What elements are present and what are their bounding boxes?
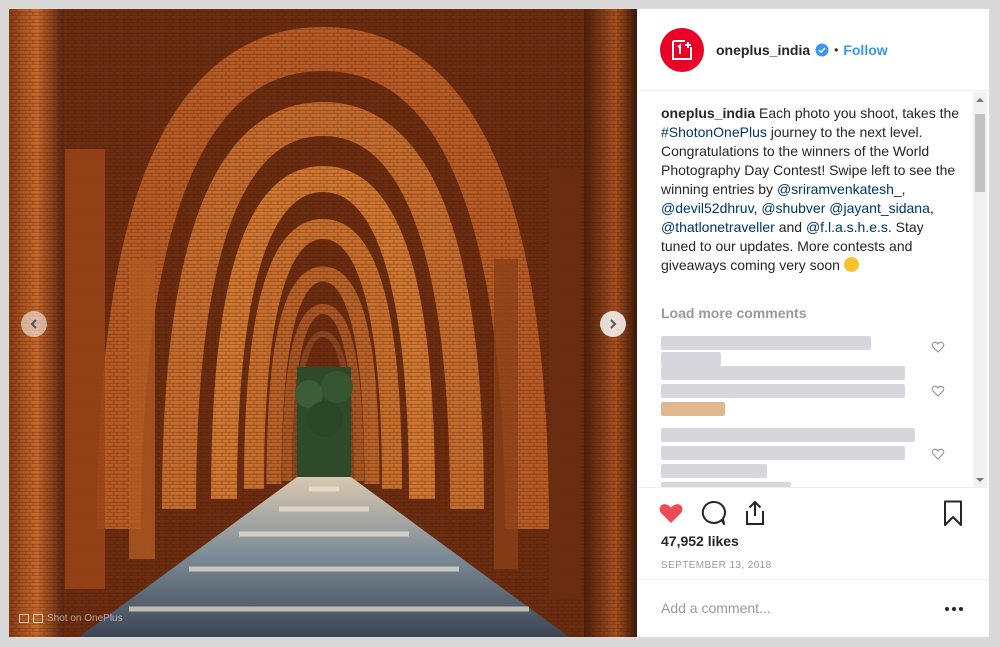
share-upload-icon[interactable]: [741, 499, 769, 527]
next-photo-button[interactable]: [600, 311, 626, 337]
blurred-comment: [661, 336, 871, 350]
mention-link[interactable]: @devil52dhruv: [661, 200, 754, 216]
hashtag-link[interactable]: #ShotonOnePlus: [661, 124, 767, 140]
caption-author[interactable]: oneplus_india: [661, 105, 755, 121]
comment-bubble-icon[interactable]: [699, 499, 727, 527]
mention-link[interactable]: @thatlonetraveller: [661, 219, 775, 235]
like-heart-fill: [659, 504, 683, 523]
comment-like-heart-icon[interactable]: [931, 384, 945, 398]
triangle-icon: [33, 614, 43, 623]
like-heart-icon[interactable]: [657, 499, 685, 527]
caption-text: Each photo you shoot, takes the: [755, 105, 960, 121]
blurred-comment: [661, 384, 905, 398]
blurred-comment: [661, 482, 791, 487]
comment-like-heart-icon[interactable]: [931, 340, 945, 354]
mention-link[interactable]: @jayant_sidana: [829, 200, 930, 216]
post-date: SEPTEMBER 13, 2018: [661, 560, 772, 571]
mention-link[interactable]: @sriramvenkatesh_: [777, 181, 902, 197]
comment-like-heart-icon[interactable]: [931, 447, 945, 461]
likes-count[interactable]: 47,952 likes: [661, 533, 739, 549]
mention-link[interactable]: @f.l.a.s.h.e.s.: [806, 219, 892, 235]
blurred-comment: [661, 464, 767, 478]
oneplus-logo-icon: [672, 39, 692, 60]
more-options-icon[interactable]: [943, 600, 965, 618]
caption-separator: ,: [929, 200, 934, 216]
bookmark-save-icon[interactable]: [939, 499, 967, 527]
camera-icon: [19, 614, 29, 623]
chevron-right-icon: [610, 319, 617, 329]
post-caption: oneplus_india Each photo you shoot, take…: [661, 104, 961, 275]
winking-face-emoji-icon: [843, 257, 859, 272]
post-sidebar: oneplus_india • Follow oneplus_india Eac…: [637, 9, 989, 637]
blurred-comment: [661, 446, 905, 460]
scroll-down-arrow-icon[interactable]: [976, 476, 984, 484]
post-modal: Shot on OnePlus oneplus_india • Follow o…: [8, 8, 990, 638]
blurred-comment: [661, 366, 905, 380]
blurred-comment: [661, 402, 725, 416]
separator-dot: •: [834, 42, 839, 57]
caption-separator: and: [774, 219, 806, 235]
username-link[interactable]: oneplus_india: [716, 42, 810, 58]
previous-photo-button[interactable]: [21, 311, 47, 337]
shot-on-oneplus-watermark: Shot on OnePlus: [19, 613, 123, 624]
post-actions: [637, 495, 989, 535]
chevron-left-icon: [30, 319, 37, 329]
follow-button[interactable]: Follow: [843, 42, 887, 58]
caption-separator: ,: [901, 181, 906, 197]
post-header: oneplus_india • Follow: [637, 9, 989, 91]
blurred-comment: [661, 352, 721, 366]
brick-arch-corridor-image: [9, 9, 637, 637]
watermark-text: Shot on OnePlus: [47, 613, 123, 624]
mention-link[interactable]: @shubver: [761, 200, 825, 216]
comments-scrollbar[interactable]: [973, 92, 987, 487]
scroll-up-arrow-icon[interactable]: [976, 96, 984, 104]
comment-input[interactable]: [661, 598, 931, 618]
blurred-comment: [661, 428, 915, 442]
scrollbar-thumb[interactable]: [975, 114, 985, 192]
load-more-comments-button[interactable]: Load more comments: [661, 305, 806, 321]
avatar[interactable]: [660, 27, 704, 72]
verified-badge-icon: [815, 43, 829, 56]
add-comment-section: [637, 579, 989, 637]
comments-list[interactable]: oneplus_india Each photo you shoot, take…: [637, 92, 989, 488]
post-photo[interactable]: Shot on OnePlus: [9, 9, 637, 637]
